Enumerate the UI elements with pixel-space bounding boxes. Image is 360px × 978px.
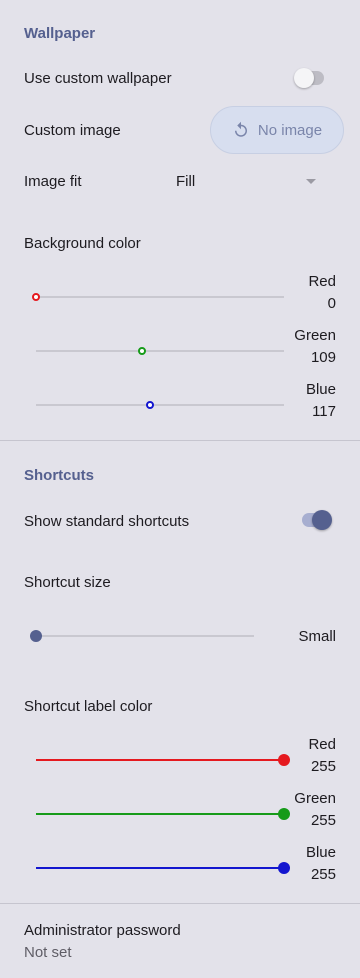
bg-green-slider[interactable]	[36, 344, 284, 358]
image-fit-label: Image fit	[24, 173, 82, 190]
chevron-down-icon	[306, 179, 316, 184]
bg-blue-label: Blue	[305, 381, 336, 398]
admin-password-status: Not set	[24, 944, 72, 961]
toggle-thumb	[312, 510, 332, 530]
label-blue-value: 255	[310, 866, 336, 883]
bg-red-value: 0	[327, 295, 336, 312]
slider-rail	[36, 296, 284, 298]
label-red-label: Red	[308, 736, 336, 753]
slider-thumb[interactable]	[145, 401, 154, 409]
bg-blue-value: 117	[312, 403, 336, 420]
image-fit-value: Fill	[176, 173, 196, 190]
background-color-label: Background color	[24, 235, 141, 252]
slider-rail	[36, 635, 254, 637]
no-image-button[interactable]: No image	[210, 106, 344, 154]
label-red-slider[interactable]	[36, 753, 290, 767]
admin-password-label[interactable]: Administrator password	[24, 922, 181, 939]
slider-fill	[36, 813, 284, 815]
section-divider	[0, 903, 360, 904]
section-divider	[0, 440, 360, 441]
bg-red-slider[interactable]	[32, 290, 284, 304]
use-custom-wallpaper-toggle[interactable]	[294, 68, 326, 88]
bg-blue-slider[interactable]	[36, 398, 284, 412]
use-custom-wallpaper-label: Use custom wallpaper	[24, 70, 172, 87]
label-blue-label: Blue	[305, 844, 336, 861]
shortcut-size-value: Small	[298, 628, 336, 645]
label-green-value: 255	[310, 812, 336, 829]
custom-image-label: Custom image	[24, 122, 121, 139]
slider-rail	[36, 350, 284, 352]
reset-icon	[232, 121, 250, 139]
shortcut-label-color-label: Shortcut label color	[24, 698, 153, 715]
bg-green-label: Green	[294, 327, 336, 344]
label-green-label: Green	[294, 790, 336, 807]
shortcuts-section-title: Shortcuts	[24, 467, 95, 484]
no-image-button-label: No image	[257, 121, 323, 139]
label-blue-slider[interactable]	[36, 861, 290, 875]
bg-green-value: 109	[310, 349, 336, 366]
label-green-slider[interactable]	[36, 807, 290, 821]
image-fit-dropdown[interactable]: Fill	[176, 170, 326, 194]
slider-fill	[36, 759, 284, 761]
shortcut-size-label: Shortcut size	[24, 574, 111, 591]
shortcut-size-slider[interactable]	[30, 629, 254, 643]
slider-thumb[interactable]	[30, 630, 42, 642]
wallpaper-section-title: Wallpaper	[24, 25, 96, 42]
slider-fill	[36, 867, 284, 869]
bg-red-label: Red	[308, 273, 336, 290]
slider-thumb[interactable]	[32, 293, 40, 301]
slider-thumb[interactable]	[138, 347, 146, 355]
show-standard-shortcuts-label: Show standard shortcuts	[24, 513, 190, 530]
label-red-value: 255	[310, 758, 336, 775]
slider-rail	[36, 404, 284, 406]
show-standard-shortcuts-toggle[interactable]	[300, 510, 332, 530]
toggle-thumb	[294, 68, 314, 88]
